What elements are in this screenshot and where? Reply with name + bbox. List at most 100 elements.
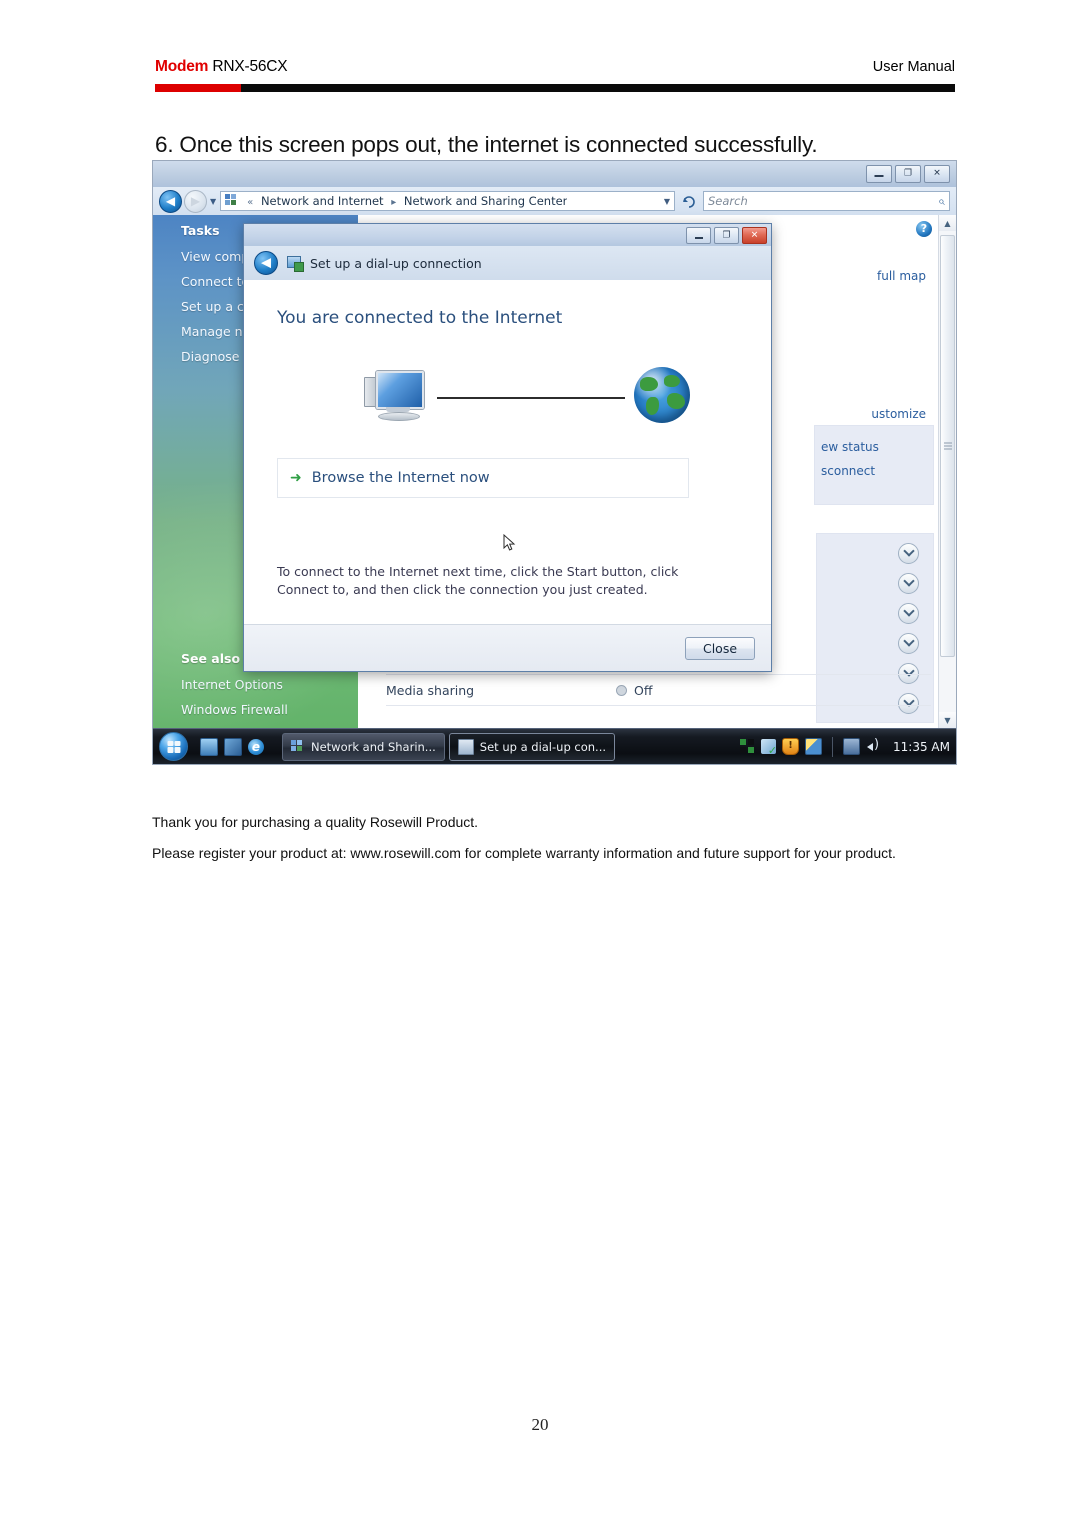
help-icon[interactable]: ? [916,221,932,237]
disconnect-link[interactable]: sconnect [815,454,933,478]
task-buttons: Network and Sharin... Set up a dial-up c… [282,732,730,761]
dialog-heading: You are connected to the Internet [277,308,563,328]
header-rule-accent [155,84,241,92]
breadcrumb: « Network and Internet ▸ Network and Sha… [243,194,567,208]
chevron-down-icon[interactable] [898,542,919,564]
chevron-down-icon[interactable] [898,572,919,594]
dialog-content: You are connected to the Internet ➜ Brow… [244,280,771,624]
header-model: RNX-56CX [212,58,288,75]
sidebar-item-internet-options[interactable]: Internet Options [153,672,358,697]
breadcrumb-overflow-icon[interactable]: « [247,197,253,208]
search-box[interactable]: Search ⌕ [703,191,950,211]
connection-actions-panel: ew status sconnect [814,425,934,505]
search-icon: ⌕ [938,193,945,208]
sharing-row-value: Off [634,682,653,698]
updates-icon[interactable] [805,738,823,755]
back-button[interactable]: ◀ [159,189,182,213]
internet-explorer-icon[interactable] [248,738,264,755]
dialog-footer: Close [244,624,771,671]
quick-launch-bar [200,737,264,756]
network-grid-icon[interactable] [740,739,755,754]
network-icon [291,739,305,754]
chevron-down-icon[interactable]: ▼ [658,197,670,206]
green-arrow-icon: ➜ [290,470,302,486]
taskbar-item-set-up-dial-up[interactable]: Set up a dial-up con... [448,732,616,761]
connection-diagram [364,367,724,429]
dialog-note-text: To connect to the Internet next time, cl… [277,564,679,598]
footer-registration: Please register your product at: www.ros… [152,845,896,861]
forward-arrow-icon: ▶ [190,194,201,208]
flip3d-icon[interactable] [224,737,242,756]
dialog-minimize-button[interactable] [686,227,711,244]
start-button[interactable] [159,732,188,761]
browse-internet-button[interactable]: ➜ Browse the Internet now [277,458,689,498]
network-icon[interactable] [843,738,861,755]
vertical-scrollbar[interactable]: ▲ ▼ [938,215,956,728]
dialog-title-bar: ❐ ✕ [244,224,771,246]
scroll-down-arrow-icon[interactable]: ▼ [939,712,956,728]
footer-thank-you: Thank you for purchasing a quality Rosew… [152,814,479,830]
close-icon: ✕ [750,230,759,240]
internet-globe-icon [634,367,690,423]
tray-divider [832,736,834,757]
chevron-down-icon[interactable] [898,602,919,624]
breadcrumb-item-network-and-sharing-center[interactable]: Network and Sharing Center [404,194,567,208]
close-button[interactable]: Close [685,636,755,660]
dialog-control-buttons: ❐ ✕ [686,227,767,244]
customize-link[interactable]: ustomize [871,407,926,421]
scrollbar-grip-icon [943,442,952,450]
table-row[interactable]: Media sharing Off [386,675,931,706]
restore-icon: ❐ [722,230,731,240]
recent-pages-dropdown[interactable]: ▼ [210,197,216,206]
window-minimize-button[interactable] [866,165,892,183]
sharing-row-label: Media sharing [386,682,475,698]
view-full-map-link[interactable]: full map [877,269,926,283]
computer-icon [364,371,424,423]
taskbar-item-network-and-sharing[interactable]: Network and Sharin... [282,732,445,761]
taskbar: Network and Sharin... Set up a dial-up c… [153,728,956,764]
header-doc-type: User Manual [872,59,955,75]
dialog-close-button[interactable]: ✕ [742,227,767,244]
refresh-button[interactable] [678,191,700,211]
restore-icon: ❐ [903,168,913,179]
taskbar-item-label: Network and Sharin... [311,739,436,754]
scroll-up-arrow-icon[interactable]: ▲ [939,215,956,231]
page-number: 20 [531,1415,549,1434]
refresh-icon [682,195,695,208]
dialog-title: Set up a dial-up connection [310,255,482,271]
embedded-screenshot: ❐ ✕ ◀ ▶ ▼ « Network and Internet ▸ Netwo… [152,160,957,765]
back-arrow-icon: ◀ [261,255,271,271]
window-restore-button[interactable]: ❐ [895,165,921,183]
system-tray: 11:35 AM [740,736,950,757]
dialog-restore-button[interactable]: ❐ [714,227,739,244]
connection-line [437,397,625,399]
taskbar-item-label: Set up a dial-up con... [479,739,607,754]
show-desktop-icon[interactable] [200,737,218,756]
scrollbar-thumb[interactable] [940,235,955,657]
header-rule [155,84,955,92]
breadcrumb-separator-icon: ▸ [391,197,397,208]
window-close-button[interactable]: ✕ [924,165,950,183]
dial-up-connection-dialog: ❐ ✕ ◀ Set up a dial-up connection You ar… [243,223,772,672]
volume-icon[interactable] [866,738,881,754]
status-bullet-icon [616,684,627,696]
breadcrumb-item-network-and-internet[interactable]: Network and Internet [261,194,384,208]
search-input[interactable]: Search [708,194,938,208]
security-check-icon[interactable] [761,739,777,756]
dial-up-wizard-icon [287,255,304,272]
sidebar-item-windows-firewall[interactable]: Windows Firewall [153,697,358,722]
view-status-link[interactable]: ew status [815,426,933,454]
taskbar-clock[interactable]: 11:35 AM [893,740,950,754]
close-icon: ✕ [933,168,941,179]
network-icon [225,194,240,208]
window-title-bar: ❐ ✕ [153,161,956,187]
warning-shield-icon[interactable] [782,738,800,755]
windows-logo-icon [167,740,180,753]
forward-button[interactable]: ▶ [184,189,207,213]
dialog-back-button[interactable]: ◀ [254,251,278,275]
header-brand: Modem [155,58,209,75]
back-arrow-icon: ◀ [165,194,176,208]
browse-internet-label: Browse the Internet now [311,470,490,486]
window-control-buttons: ❐ ✕ [866,165,950,183]
address-input[interactable]: « Network and Internet ▸ Network and Sha… [220,191,675,211]
